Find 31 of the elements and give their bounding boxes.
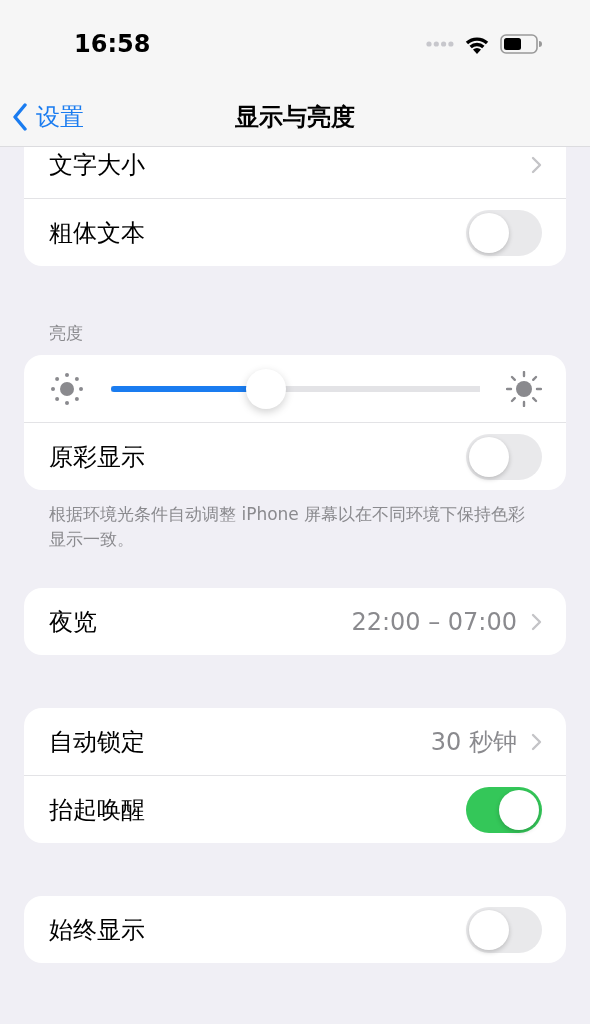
settings-row[interactable]: 文字大小 <box>24 147 566 198</box>
status-time: 16:58 <box>74 30 151 58</box>
signal-icon <box>426 41 454 47</box>
brightness-high-icon <box>506 370 542 407</box>
row-label: 抬起唤醒 <box>49 794 146 826</box>
section-header: 亮度 <box>48 322 84 345</box>
slider-thumb[interactable] <box>245 368 286 409</box>
chevron-icon <box>531 732 542 751</box>
page-title: 显示与亮度 <box>235 102 355 133</box>
row-label: 粗体文本 <box>49 217 146 249</box>
row-value: 22:00 – 07:00 <box>351 607 517 636</box>
back-icon <box>12 103 28 131</box>
wifi-icon <box>464 34 490 54</box>
toggle-switch[interactable] <box>466 433 542 480</box>
battery-icon <box>500 34 542 54</box>
row-label: 自动锁定 <box>49 726 146 758</box>
row-label: 原彩显示 <box>49 441 146 473</box>
toggle-switch[interactable] <box>466 906 542 953</box>
row-label: 文字大小 <box>49 149 146 181</box>
row-label: 夜览 <box>49 606 98 638</box>
back-link[interactable]: 设置 <box>12 101 84 133</box>
settings-row[interactable]: 自动锁定 30 秒钟 <box>24 708 566 775</box>
row-value: 30 秒钟 <box>430 726 517 758</box>
section-footer: 根据环境光条件自动调整 iPhone 屏幕以在不同环境下保持色彩显示一致。 <box>24 490 566 552</box>
toggle-switch[interactable] <box>466 786 542 833</box>
toggle-switch[interactable] <box>466 209 542 256</box>
chevron-icon <box>531 155 542 174</box>
brightness-low-icon <box>49 370 85 407</box>
row-label: 始终显示 <box>49 914 146 946</box>
settings-row[interactable]: 夜览 22:00 – 07:00 <box>24 588 566 655</box>
chevron-icon <box>531 612 542 631</box>
